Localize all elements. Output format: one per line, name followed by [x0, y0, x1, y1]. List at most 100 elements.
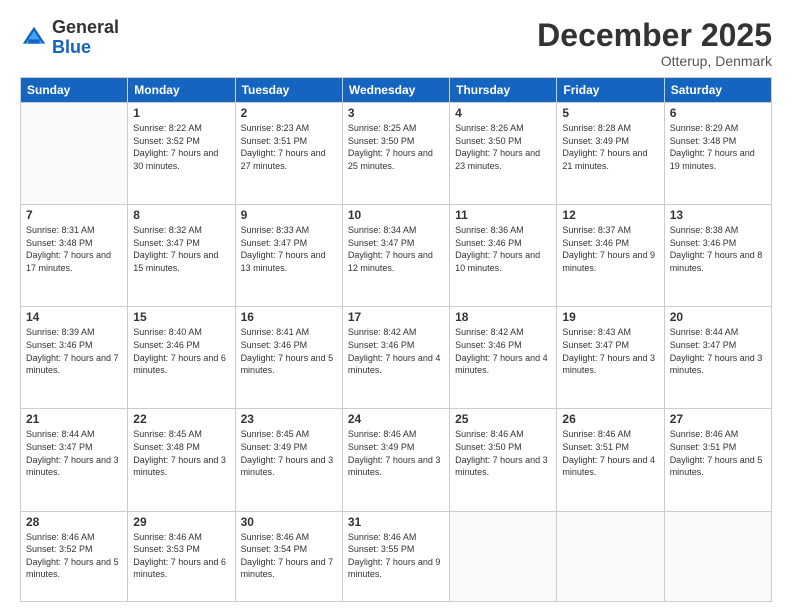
table-row: 8 Sunrise: 8:32 AMSunset: 3:47 PMDaylight…: [128, 205, 235, 307]
page: General Blue December 2025 Otterup, Denm…: [0, 0, 792, 612]
logo-general: General: [52, 17, 119, 37]
table-row: 15 Sunrise: 8:40 AMSunset: 3:46 PMDayligh…: [128, 307, 235, 409]
location: Otterup, Denmark: [537, 53, 772, 69]
day-number: 17: [348, 310, 444, 324]
cell-info: Sunrise: 8:42 AMSunset: 3:46 PMDaylight:…: [455, 326, 551, 376]
cell-info: Sunrise: 8:37 AMSunset: 3:46 PMDaylight:…: [562, 224, 658, 274]
table-row: 26 Sunrise: 8:46 AMSunset: 3:51 PMDayligh…: [557, 409, 664, 511]
day-number: 6: [670, 106, 766, 120]
month-title: December 2025: [537, 18, 772, 53]
day-number: 16: [241, 310, 337, 324]
table-row: 4 Sunrise: 8:26 AMSunset: 3:50 PMDaylight…: [450, 103, 557, 205]
cell-info: Sunrise: 8:46 AMSunset: 3:51 PMDaylight:…: [670, 428, 766, 478]
day-number: 2: [241, 106, 337, 120]
table-row: 25 Sunrise: 8:46 AMSunset: 3:50 PMDayligh…: [450, 409, 557, 511]
cell-info: Sunrise: 8:28 AMSunset: 3:49 PMDaylight:…: [562, 122, 658, 172]
cell-info: Sunrise: 8:45 AMSunset: 3:48 PMDaylight:…: [133, 428, 229, 478]
cell-info: Sunrise: 8:45 AMSunset: 3:49 PMDaylight:…: [241, 428, 337, 478]
table-row: [21, 103, 128, 205]
cell-info: Sunrise: 8:44 AMSunset: 3:47 PMDaylight:…: [670, 326, 766, 376]
cell-info: Sunrise: 8:46 AMSunset: 3:49 PMDaylight:…: [348, 428, 444, 478]
day-number: 22: [133, 412, 229, 426]
cell-info: Sunrise: 8:33 AMSunset: 3:47 PMDaylight:…: [241, 224, 337, 274]
table-row: 10 Sunrise: 8:34 AMSunset: 3:47 PMDayligh…: [342, 205, 449, 307]
table-row: 11Sunrise: 8:36 AMSunset: 3:46 PMDayligh…: [450, 205, 557, 307]
header-saturday: Saturday: [664, 78, 771, 103]
day-number: 4: [455, 106, 551, 120]
day-number: 9: [241, 208, 337, 222]
table-row: 22 Sunrise: 8:45 AMSunset: 3:48 PMDayligh…: [128, 409, 235, 511]
header-friday: Friday: [557, 78, 664, 103]
day-number: 31: [348, 515, 444, 529]
table-row: 23 Sunrise: 8:45 AMSunset: 3:49 PMDayligh…: [235, 409, 342, 511]
table-row: 21 Sunrise: 8:44 AMSunset: 3:47 PMDayligh…: [21, 409, 128, 511]
table-row: 13 Sunrise: 8:38 AMSunset: 3:46 PMDayligh…: [664, 205, 771, 307]
cell-info: Sunrise: 8:25 AMSunset: 3:50 PMDaylight:…: [348, 122, 444, 172]
table-row: 14 Sunrise: 8:39 AMSunset: 3:46 PMDayligh…: [21, 307, 128, 409]
logo-text: General Blue: [52, 18, 119, 58]
table-row: 28 Sunrise: 8:46 AMSunset: 3:52 PMDayligh…: [21, 511, 128, 602]
day-number: 18: [455, 310, 551, 324]
logo-icon: [20, 24, 48, 52]
header-thursday: Thursday: [450, 78, 557, 103]
title-block: December 2025 Otterup, Denmark: [537, 18, 772, 69]
day-number: 12: [562, 208, 658, 222]
cell-info: Sunrise: 8:31 AMSunset: 3:48 PMDaylight:…: [26, 224, 122, 274]
table-row: 27 Sunrise: 8:46 AMSunset: 3:51 PMDayligh…: [664, 409, 771, 511]
header: General Blue December 2025 Otterup, Denm…: [20, 18, 772, 69]
header-sunday: Sunday: [21, 78, 128, 103]
day-number: 5: [562, 106, 658, 120]
cell-info: Sunrise: 8:41 AMSunset: 3:46 PMDaylight:…: [241, 326, 337, 376]
cell-info: Sunrise: 8:39 AMSunset: 3:46 PMDaylight:…: [26, 326, 122, 376]
cell-info: Sunrise: 8:44 AMSunset: 3:47 PMDaylight:…: [26, 428, 122, 478]
cell-info: Sunrise: 8:38 AMSunset: 3:46 PMDaylight:…: [670, 224, 766, 274]
table-row: 1Sunrise: 8:22 AMSunset: 3:52 PMDaylight…: [128, 103, 235, 205]
cell-info: Sunrise: 8:34 AMSunset: 3:47 PMDaylight:…: [348, 224, 444, 274]
header-monday: Monday: [128, 78, 235, 103]
day-number: 3: [348, 106, 444, 120]
cell-info: Sunrise: 8:32 AMSunset: 3:47 PMDaylight:…: [133, 224, 229, 274]
cell-info: Sunrise: 8:26 AMSunset: 3:50 PMDaylight:…: [455, 122, 551, 172]
day-number: 25: [455, 412, 551, 426]
day-number: 15: [133, 310, 229, 324]
day-number: 10: [348, 208, 444, 222]
table-row: 20 Sunrise: 8:44 AMSunset: 3:47 PMDayligh…: [664, 307, 771, 409]
logo: General Blue: [20, 18, 119, 58]
header-wednesday: Wednesday: [342, 78, 449, 103]
table-row: 2 Sunrise: 8:23 AMSunset: 3:51 PMDaylight…: [235, 103, 342, 205]
table-row: 12 Sunrise: 8:37 AMSunset: 3:46 PMDayligh…: [557, 205, 664, 307]
day-number: 14: [26, 310, 122, 324]
cell-info: Sunrise: 8:40 AMSunset: 3:46 PMDaylight:…: [133, 326, 229, 376]
day-number: 13: [670, 208, 766, 222]
logo-blue: Blue: [52, 37, 91, 57]
day-number: 29: [133, 515, 229, 529]
table-row: 5 Sunrise: 8:28 AMSunset: 3:49 PMDaylight…: [557, 103, 664, 205]
day-number: 26: [562, 412, 658, 426]
day-number: 20: [670, 310, 766, 324]
day-number: 27: [670, 412, 766, 426]
day-number: 23: [241, 412, 337, 426]
cell-info: Sunrise: 8:46 AMSunset: 3:51 PMDaylight:…: [562, 428, 658, 478]
day-number: 8: [133, 208, 229, 222]
day-number: 11: [455, 208, 551, 222]
table-row: 7 Sunrise: 8:31 AMSunset: 3:48 PMDaylight…: [21, 205, 128, 307]
cell-info: Sunrise: 8:46 AMSunset: 3:52 PMDaylight:…: [26, 531, 122, 581]
day-number: 28: [26, 515, 122, 529]
table-row: 29Sunrise: 8:46 AMSunset: 3:53 PMDayligh…: [128, 511, 235, 602]
day-number: 7: [26, 208, 122, 222]
day-number: 21: [26, 412, 122, 426]
table-row: 6Sunrise: 8:29 AMSunset: 3:48 PMDaylight…: [664, 103, 771, 205]
table-row: 18 Sunrise: 8:42 AMSunset: 3:46 PMDayligh…: [450, 307, 557, 409]
cell-info: Sunrise: 8:46 AMSunset: 3:54 PMDaylight:…: [241, 531, 337, 581]
cell-info: Sunrise: 8:43 AMSunset: 3:47 PMDaylight:…: [562, 326, 658, 376]
cell-info: Sunrise: 8:23 AMSunset: 3:51 PMDaylight:…: [241, 122, 337, 172]
cell-info: Sunrise: 8:46 AMSunset: 3:55 PMDaylight:…: [348, 531, 444, 581]
cell-info: Sunrise: 8:46 AMSunset: 3:50 PMDaylight:…: [455, 428, 551, 478]
table-row: 16 Sunrise: 8:41 AMSunset: 3:46 PMDayligh…: [235, 307, 342, 409]
day-number: 19: [562, 310, 658, 324]
table-row: 19 Sunrise: 8:43 AMSunset: 3:47 PMDayligh…: [557, 307, 664, 409]
table-row: [557, 511, 664, 602]
table-row: 9 Sunrise: 8:33 AMSunset: 3:47 PMDaylight…: [235, 205, 342, 307]
table-row: 30Sunrise: 8:46 AMSunset: 3:54 PMDayligh…: [235, 511, 342, 602]
table-row: 31 Sunrise: 8:46 AMSunset: 3:55 PMDayligh…: [342, 511, 449, 602]
